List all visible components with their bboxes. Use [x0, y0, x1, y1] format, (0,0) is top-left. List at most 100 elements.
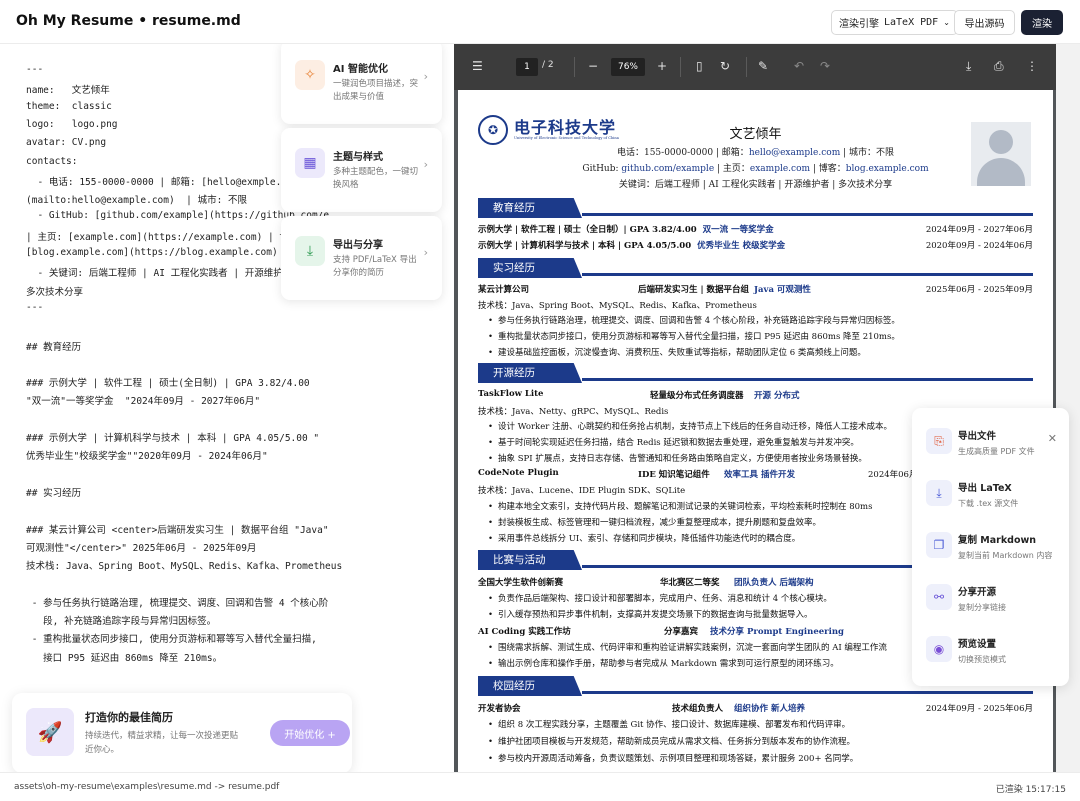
- code-line[interactable]: theme: classic: [26, 101, 112, 112]
- item-desc: 生成高质量 PDF 文件: [958, 447, 1035, 456]
- file-export-icon: ⎘: [926, 428, 952, 454]
- code-line[interactable]: ---: [26, 64, 43, 75]
- theme-style-card[interactable]: ▦ 主题与样式 多种主题配色，一键切换风格 ›: [281, 128, 442, 212]
- section-label: 教育经历: [478, 198, 582, 218]
- export-panel: ✕ ⎘ 导出文件 生成高质量 PDF 文件 ⤓ 导出 LaTeX 下载 .tex…: [912, 408, 1069, 686]
- code-line[interactable]: logo: logo.png: [26, 119, 118, 130]
- bullet-item: 负责作品后端架构、接口设计和部署脚本，完成用户、任务、消息和统计 4 个核心模块…: [488, 592, 832, 604]
- edu-row-2: 示例大学 | 计算机科学与技术 | 本科 | GPA 4.05/5.00 优秀毕业…: [478, 239, 1033, 251]
- code-line[interactable]: name: 文艺倾年: [26, 82, 110, 96]
- competition-name: AI Coding 实践工作坊: [478, 627, 571, 637]
- rotate-icon[interactable]: ↻: [720, 59, 730, 73]
- undo-icon[interactable]: ↶: [794, 59, 804, 73]
- export-latex-item[interactable]: ⤓ 导出 LaTeX 下载 .tex 源文件: [922, 470, 1069, 522]
- section-label: 开源经历: [478, 363, 582, 383]
- download-icon: ⤓: [295, 236, 325, 266]
- edu-tags: 优秀毕业生 校级奖学金: [697, 241, 786, 251]
- chevron-right-icon: ›: [423, 246, 428, 259]
- section-open-source: 开源经历: [478, 363, 1033, 383]
- zoom-level[interactable]: 76%: [611, 58, 645, 76]
- toolbar-divider: [680, 57, 681, 77]
- campus-row: 开发者协会 技术组负责人 组织协作 新人培养 2024年09月 - 2025年0…: [478, 702, 1033, 714]
- render-engine-select[interactable]: 渲染引擎 LaTeX PDF ⌄: [831, 10, 958, 35]
- contact-line-2: GitHub: github.com/example | 主页：example.…: [458, 161, 1053, 174]
- os-row-1: TaskFlow Lite 轻量级分布式任务调度器 开源 分布式: [478, 389, 1033, 401]
- promo-desc: 持续迭代，精益求精，让每一次投递更贴近你心。: [85, 731, 239, 755]
- org-role: 技术组负责人: [672, 704, 724, 714]
- section-label: 比赛与活动: [478, 550, 582, 570]
- code-line[interactable]: [blog.example.com](https://blog.example.…: [26, 247, 278, 258]
- more-icon[interactable]: ⋮: [1026, 59, 1038, 73]
- code-line[interactable]: contacts:: [26, 156, 77, 167]
- competition-tags: 技术分享 Prompt Engineering: [710, 627, 844, 637]
- code-line[interactable]: ## 实习经历: [26, 485, 81, 499]
- bullet-item: 基于时间轮实现延迟任务扫描，结合 Redis 延迟锁和数据去重处理，避免重复触发…: [488, 436, 859, 448]
- code-line[interactable]: avatar: CV.png: [26, 137, 106, 148]
- zoom-out-icon[interactable]: −: [588, 59, 598, 73]
- intern-stack: 技术栈：Java、Spring Boot、MySQL、Redis、Kafka、P…: [478, 301, 757, 311]
- code-line[interactable]: 段, 补充链路追踪字段与异常归因标签。: [26, 613, 216, 627]
- copy-markdown-item[interactable]: ❐ 复制 Markdown 复制当前 Markdown 内容: [922, 522, 1069, 574]
- draw-icon[interactable]: ✎: [758, 59, 768, 73]
- homepage-link[interactable]: example.com: [750, 164, 810, 174]
- blog-link[interactable]: blog.example.com: [846, 164, 929, 174]
- contact-text: | 主页：: [714, 164, 750, 174]
- project-name: TaskFlow Lite: [478, 389, 544, 399]
- section-label: 校园经历: [478, 676, 582, 696]
- menu-icon[interactable]: ☰: [472, 59, 483, 73]
- fit-page-icon[interactable]: ▯: [696, 59, 703, 73]
- code-line[interactable]: 可观测性"</center>" 2025年06月 - 2025年09月: [26, 540, 256, 554]
- role-title: 后端研发实习生 | 数据平台组: [638, 285, 750, 295]
- code-line[interactable]: ### 某云计算公司 <center>后端研发实习生 | 数据平台组 "Java…: [26, 522, 329, 536]
- card-desc: 多种主题配色，一键切换风格: [333, 167, 419, 190]
- code-line[interactable]: (mailto:hello@example.com) | 城市: 不限: [26, 192, 247, 206]
- contact-line-1: 电话：155-0000-0000 | 邮箱：hello@example.com …: [458, 145, 1053, 158]
- project-tags: 效率工具 插件开发: [724, 470, 795, 480]
- export-pdf-item[interactable]: ⎘ 导出文件 生成高质量 PDF 文件: [922, 418, 1069, 470]
- preview-settings-item[interactable]: ◉ 预览设置 切换预览模式: [922, 626, 1069, 678]
- bullet-item: 参与校内开源周活动筹备，负责议题策划、示例项目整理和现场答疑，累计服务 200+…: [488, 752, 858, 764]
- competition-result: 分享嘉宾: [664, 627, 699, 637]
- print-icon[interactable]: ⎙: [994, 59, 1004, 74]
- code-line[interactable]: ## 教育经历: [26, 339, 81, 353]
- github-link[interactable]: github.com/example: [621, 164, 714, 174]
- code-line[interactable]: - 参与任务执行链路治理, 梳理提交、调度、回调和告警 4 个核心阶: [26, 595, 329, 609]
- export-share-card[interactable]: ⤓ 导出与分享 支持 PDF/LaTeX 导出分享你的简历 ›: [281, 216, 442, 300]
- code-line[interactable]: ### 示例大学 | 计算机科学与技术 | 本科 | GPA 4.05/5.00…: [26, 430, 319, 444]
- settings-icon: ◉: [926, 636, 952, 662]
- item-title: 预览设置: [958, 639, 997, 650]
- top-bar: Oh My Resume • resume.md 渲染引擎 LaTeX PDF …: [0, 0, 1080, 44]
- code-line[interactable]: 接口 P95 延迟由 860ms 降至 210ms。: [26, 650, 222, 664]
- file-path: assets\oh-my-resume\examples\resume.md -…: [14, 782, 280, 792]
- render-button[interactable]: 渲染: [1021, 10, 1063, 35]
- redo-icon[interactable]: ↷: [820, 59, 830, 73]
- code-line[interactable]: | 主页: [example.com](https://example.com)…: [26, 229, 304, 243]
- item-desc: 切换预览模式: [958, 655, 1006, 664]
- page-number-input[interactable]: 1: [516, 58, 538, 76]
- project-date: 2024年06月: [868, 470, 918, 480]
- code-line[interactable]: 多次技术分享: [26, 284, 83, 298]
- render-engine-label: 渲染引擎: [839, 19, 879, 30]
- share-item[interactable]: ⚯ 分享开源 复制分享链接: [922, 574, 1069, 626]
- zoom-in-icon[interactable]: +: [657, 59, 667, 73]
- code-line[interactable]: "双一流"一等奖学金 "2024年09月 - 2027年06月": [26, 393, 260, 407]
- edu-row-1: 示例大学 | 软件工程 | 硕士（全日制）| GPA 3.82/4.00 双一流 …: [478, 223, 1033, 235]
- code-line[interactable]: - 重构批量状态同步接口, 使用分页游标和幂等写入替代全量扫描,: [26, 631, 317, 645]
- code-line[interactable]: - 电话: 155-0000-0000 | 邮箱: [hello@exmple.…: [26, 174, 304, 188]
- export-source-button[interactable]: 导出源码: [954, 10, 1015, 35]
- item-title: 导出 LaTeX: [958, 483, 1012, 494]
- email-link[interactable]: hello@example.com: [749, 148, 840, 158]
- chevron-right-icon: ›: [423, 70, 428, 83]
- download-icon[interactable]: ⤓: [966, 59, 971, 74]
- code-line[interactable]: - 关键词: 后端工程师 | AI 工程化实践者 | 开源维护者 |: [26, 265, 303, 279]
- intern-row: 某云计算公司 后端研发实习生 | 数据平台组 Java 可观测性 2025年06…: [478, 283, 1033, 295]
- code-line[interactable]: ---: [26, 302, 43, 313]
- ai-optimize-card[interactable]: ✧ AI 智能优化 一键润色项目描述，突出成果与价值 ›: [281, 44, 442, 124]
- code-line[interactable]: 技术栈: Java、Spring Boot、MySQL、Redis、Kafka、…: [26, 558, 342, 572]
- start-optimize-button[interactable]: 开始优化 +: [270, 720, 350, 746]
- markdown-editor[interactable]: --- name: 文艺倾年 theme: classic logo: logo.pn…: [0, 44, 454, 772]
- code-line[interactable]: ### 示例大学 | 软件工程 | 硕士(全日制) | GPA 3.82/4.0…: [26, 375, 310, 389]
- code-line[interactable]: 优秀毕业生"校级奖学金""2020年09月 - 2024年06月": [26, 448, 268, 462]
- edu-title: 示例大学 | 软件工程 | 硕士（全日制）| GPA 3.82/4.00: [478, 225, 697, 235]
- item-title: 导出文件: [958, 431, 997, 442]
